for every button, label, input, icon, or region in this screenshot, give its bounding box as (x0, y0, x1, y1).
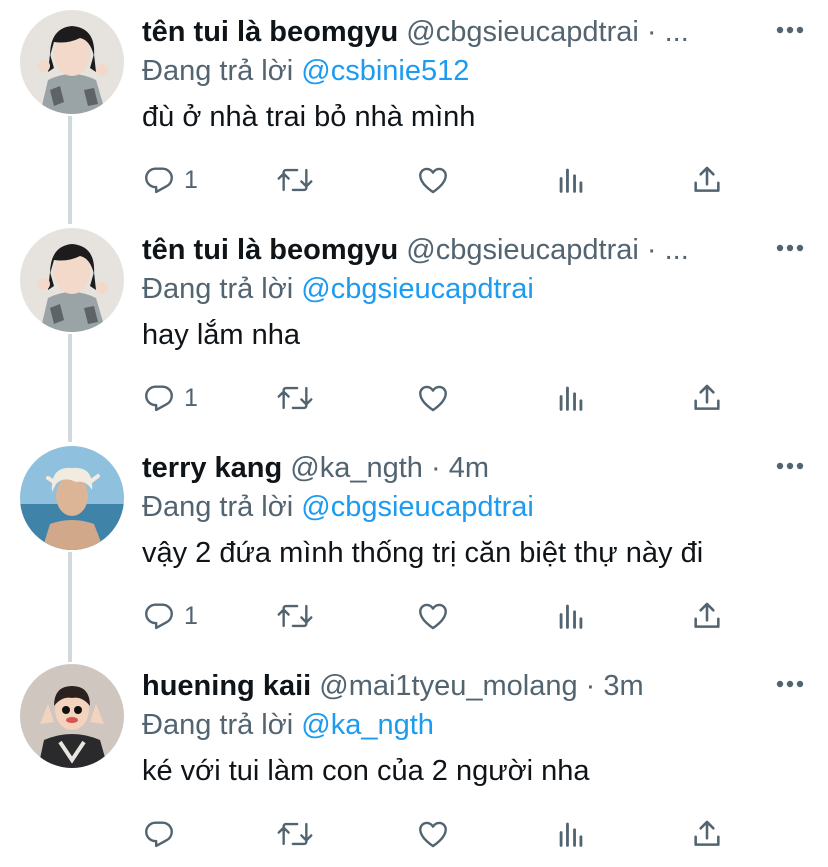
retweet-button[interactable] (276, 814, 314, 854)
retweet-icon (277, 604, 313, 628)
mention-link[interactable]: @cbgsieucapdtrai (301, 273, 534, 305)
share-button[interactable] (690, 378, 724, 418)
reply-icon (145, 603, 173, 630)
share-icon (694, 820, 720, 846)
reply-icon (145, 385, 173, 412)
like-button[interactable] (416, 814, 450, 854)
reply-button[interactable]: 1 (142, 160, 198, 200)
replying-to: Đang trả lời @cbgsieucapdtrai (142, 487, 534, 527)
tweet-meta: · ... (646, 16, 689, 48)
tweet-meta: · ... (646, 234, 689, 266)
analytics-button[interactable] (554, 160, 588, 200)
retweet-icon (277, 386, 313, 410)
tweet-header: tên tui là beomgyu @cbgsieucapdtrai · ..… (142, 230, 808, 270)
handle[interactable]: @mai1tyeu_molang (319, 670, 577, 702)
retweet-button[interactable] (276, 160, 314, 200)
share-icon (694, 602, 720, 628)
retweet-icon (277, 168, 313, 192)
handle[interactable]: @ka_ngth (290, 452, 423, 484)
reply-count: 1 (184, 601, 198, 630)
like-button[interactable] (416, 378, 450, 418)
like-icon (419, 603, 447, 630)
tweet[interactable]: terry kang @ka_ngth · 4m Đang trả lời @c… (0, 436, 828, 654)
retweet-button[interactable] (276, 378, 314, 418)
tweet-text: vậy 2 đứa mình thống trị căn biệt thự nà… (142, 537, 704, 569)
display-name[interactable]: huening kaii (142, 670, 311, 702)
action-bar: 1 (142, 378, 808, 418)
analytics-icon (559, 386, 583, 411)
action-bar (142, 814, 808, 854)
like-icon (419, 167, 447, 194)
tweet-header: terry kang @ka_ngth · 4m (142, 448, 808, 488)
mention-link[interactable]: @csbinie512 (301, 55, 469, 87)
tweet-text: ké với tui làm con của 2 người nha (142, 755, 590, 787)
replying-to: Đang trả lời @cbgsieucapdtrai (142, 269, 534, 309)
reply-count: 1 (184, 383, 198, 412)
analytics-button[interactable] (554, 378, 588, 418)
tweet-meta: · 3m (585, 670, 644, 702)
mention-link[interactable]: @ka_ngth (301, 709, 434, 741)
tweet[interactable]: tên tui là beomgyu @cbgsieucapdtrai · ..… (0, 0, 828, 218)
replying-to: Đang trả lời @ka_ngth (142, 705, 434, 745)
share-button[interactable] (690, 814, 724, 854)
analytics-icon (559, 168, 583, 193)
share-button[interactable] (690, 160, 724, 200)
reply-icon (145, 821, 173, 848)
handle[interactable]: @cbgsieucapdtrai (406, 16, 639, 48)
like-icon (419, 385, 447, 412)
tweet-text: đù ở nhà trai bỏ nhà mình (142, 101, 476, 133)
display-name[interactable]: terry kang (142, 452, 282, 484)
tweet[interactable]: tên tui là beomgyu @cbgsieucapdtrai · ..… (0, 218, 828, 436)
avatar[interactable] (20, 446, 124, 550)
more-icon[interactable] (772, 10, 808, 50)
like-icon (419, 821, 447, 848)
tweet-header: huening kaii @mai1tyeu_molang · 3m (142, 666, 808, 706)
analytics-button[interactable] (554, 596, 588, 636)
like-button[interactable] (416, 596, 450, 636)
retweet-icon (277, 822, 313, 846)
avatar[interactable] (20, 664, 124, 768)
handle[interactable]: @cbgsieucapdtrai (406, 234, 639, 266)
analytics-icon (559, 822, 583, 847)
replying-to: Đang trả lời @csbinie512 (142, 51, 469, 91)
reply-icon (145, 167, 173, 194)
tweet-header: tên tui là beomgyu @cbgsieucapdtrai · ..… (142, 12, 808, 52)
mention-link[interactable]: @cbgsieucapdtrai (301, 491, 534, 523)
avatar-beomgyu-icon (20, 228, 124, 332)
more-icon[interactable] (772, 664, 808, 704)
reply-button[interactable]: 1 (142, 596, 198, 636)
tweet-meta: · 4m (431, 452, 489, 484)
share-icon (694, 384, 720, 410)
more-icon[interactable] (772, 446, 808, 486)
avatar-beomgyu-icon (20, 10, 124, 114)
analytics-icon (559, 604, 583, 629)
avatar[interactable] (20, 228, 124, 332)
action-bar: 1 (142, 596, 808, 636)
reply-count: 1 (184, 165, 198, 194)
tweet-text: hay lắm nha (142, 319, 300, 351)
replying-prefix: Đang trả lời (142, 709, 294, 741)
replying-prefix: Đang trả lời (142, 55, 294, 87)
replying-prefix: Đang trả lời (142, 491, 294, 523)
reply-button[interactable] (142, 814, 184, 854)
display-name[interactable]: tên tui là beomgyu (142, 234, 398, 266)
analytics-button[interactable] (554, 814, 588, 854)
share-icon (694, 166, 720, 192)
avatar-terry-icon (20, 446, 124, 550)
like-button[interactable] (416, 160, 450, 200)
display-name[interactable]: tên tui là beomgyu (142, 16, 398, 48)
retweet-button[interactable] (276, 596, 314, 636)
share-button[interactable] (690, 596, 724, 636)
avatar[interactable] (20, 10, 124, 114)
reply-button[interactable]: 1 (142, 378, 198, 418)
replying-prefix: Đang trả lời (142, 273, 294, 305)
action-bar: 1 (142, 160, 808, 200)
tweet[interactable]: huening kaii @mai1tyeu_molang · 3m Đang … (0, 654, 828, 867)
more-icon[interactable] (772, 228, 808, 268)
avatar-huening-icon (20, 664, 124, 768)
